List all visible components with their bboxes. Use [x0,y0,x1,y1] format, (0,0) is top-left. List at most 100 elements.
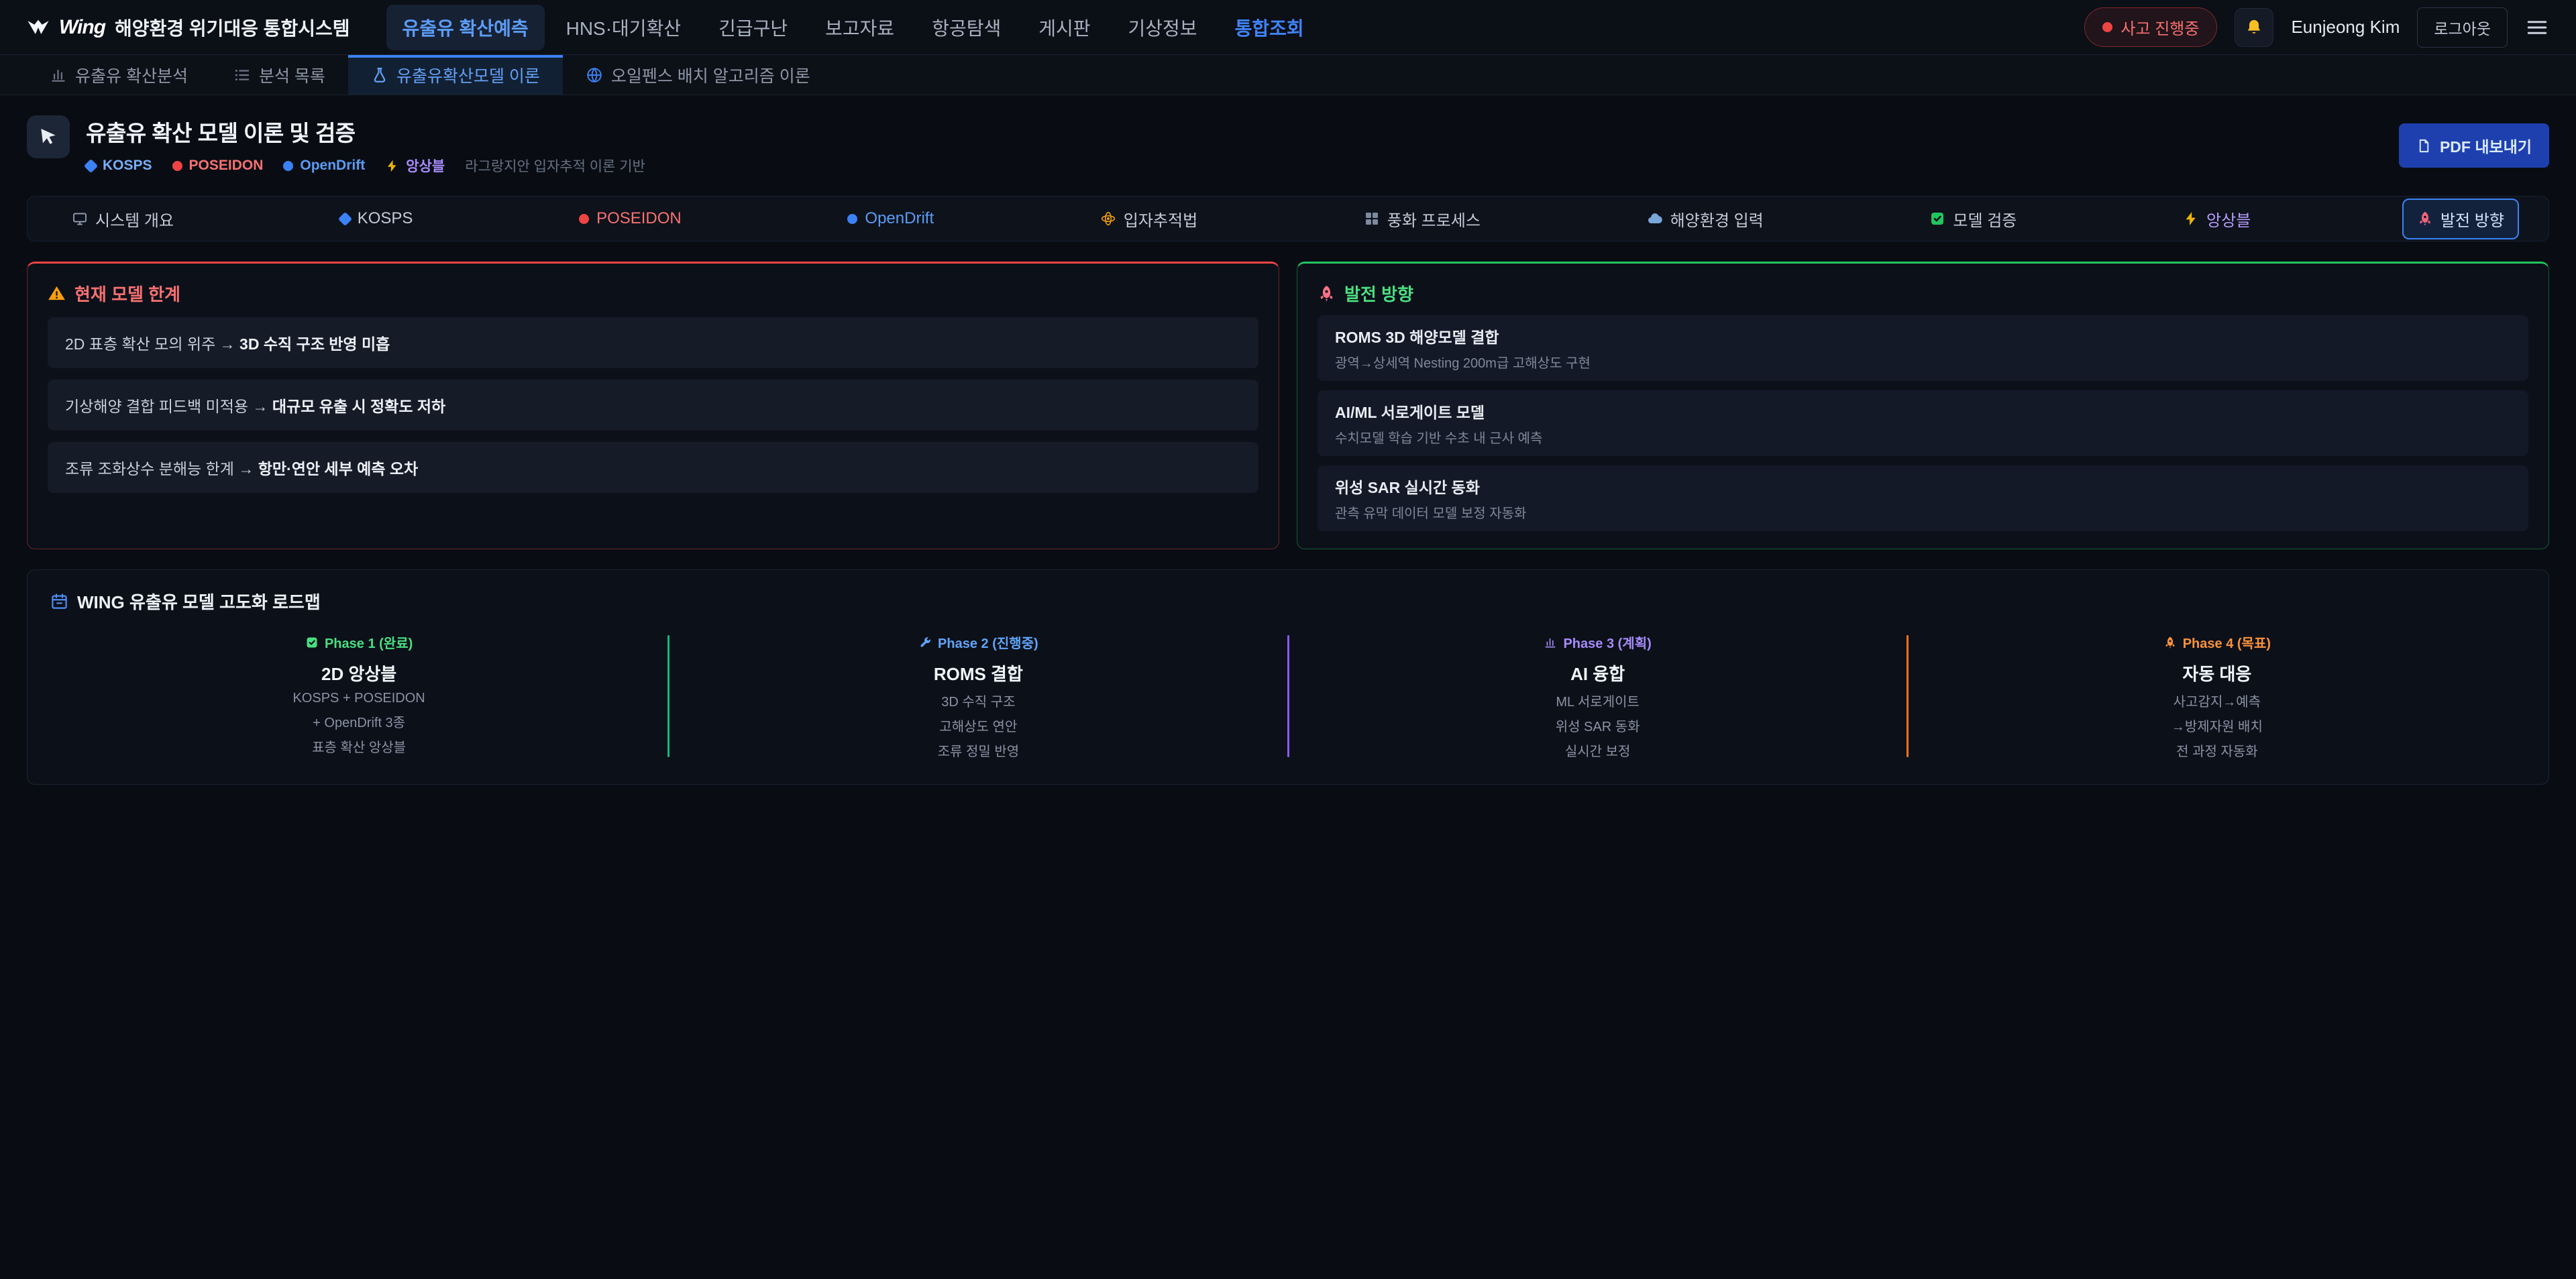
rocket-icon [2163,636,2177,649]
rocket-icon [1318,284,1336,302]
globe-icon [586,66,603,84]
badge-opendrift: OpenDrift [283,158,365,174]
tab-model-theory[interactable]: 유출유확산모델 이론 [348,55,563,95]
limitation-item: 조류 조화상수 분해능 한계 → 항만·연안 세부 예측 오차 [48,442,1258,493]
cloud-icon [1647,211,1663,227]
calendar-icon [50,592,68,610]
section-nav-ocean-input[interactable]: 해양환경 입력 [1632,199,1778,239]
phase-badge: Phase 3 (계획) [1544,632,1651,652]
red-dot-icon [579,214,589,224]
tab-oilfence-theory[interactable]: 오일펜스 배치 알고리즘 이론 [563,55,833,95]
roadmap-phase-4: Phase 4 (목표) 자동 대응 사고감지→예측 →방제자원 배치 전 과정… [1909,632,2526,760]
phase-badge: Phase 1 (완료) [305,632,413,652]
tab-label: 유출유 확산분석 [75,63,188,87]
bolt-icon [385,159,399,173]
menu-button[interactable] [2525,15,2549,40]
bell-icon [2245,18,2263,37]
limitations-title: 현재 모델 한계 [48,281,1258,306]
main-nav: 유출유 확산예측 HNS·대기확산 긴급구난 보고자료 항공탐색 게시판 기상정… [386,5,1320,50]
check-icon [305,636,319,649]
section-nav-validation[interactable]: 모델 검증 [1915,199,2031,239]
incident-status-badge[interactable]: 사고 진행중 [2084,7,2217,47]
sub-tabbar: 유출유 확산분석 분석 목록 유출유확산모델 이론 오일펜스 배치 알고리즘 이… [0,55,2576,95]
section-nav-opendrift[interactable]: OpenDrift [833,201,949,237]
page-header-left: 유출유 확산 모델 이론 및 검증 KOSPS POSEIDON OpenDri… [27,115,645,176]
topbar: Wing 해양환경 위기대응 통합시스템 유출유 확산예측 HNS·대기확산 긴… [0,0,2576,55]
diamond-icon [84,158,98,172]
badge-poseidon: POSEIDON [172,158,264,174]
roadmap-title: WING 유출유 모델 고도화 로드맵 [50,589,2526,614]
list-icon [233,66,251,84]
nav-item-reports[interactable]: 보고자료 [809,5,910,50]
topbar-right: 사고 진행중 Eunjeong Kim 로그아웃 [2084,7,2549,48]
rocket-icon [2417,211,2433,227]
page-subtitle: 라그랑지안 입자추적 이론 기반 [465,156,645,176]
section-nav-overview[interactable]: 시스템 개요 [57,199,189,239]
tab-label: 유출유확산모델 이론 [396,63,540,87]
wing-logo-icon [27,16,50,39]
wrench-icon [918,636,932,649]
check-icon [1929,211,1945,227]
incident-dot-icon [2102,22,2112,32]
nav-item-board[interactable]: 게시판 [1022,5,1106,50]
section-nav-kosps[interactable]: KOSPS [325,201,428,237]
page-title-block: 유출유 확산 모델 이론 및 검증 KOSPS POSEIDON OpenDri… [86,115,645,176]
logout-button[interactable]: 로그아웃 [2417,7,2508,48]
app-logo[interactable]: Wing 해양환경 위기대응 통합시스템 [27,14,350,41]
blue-dot-icon [847,214,857,224]
flask-icon [371,66,388,84]
diamond-icon [338,211,352,225]
content-panels: 현재 모델 한계 2D 표층 확산 모의 위주 → 3D 수직 구조 반영 미흡… [27,262,2549,549]
phase-badge: Phase 4 (목표) [2163,632,2271,652]
main-content: 유출유 확산 모델 이론 및 검증 KOSPS POSEIDON OpenDri… [0,115,2576,785]
phase-badge: Phase 2 (진행중) [918,632,1038,652]
roadmap-phase-2: Phase 2 (진행중) ROMS 결합 3D 수직 구조 고해상도 연안 조… [669,632,1287,760]
directions-title: 발전 방향 [1318,281,2528,306]
chart-icon [50,66,67,84]
badge-kosps: KOSPS [86,158,152,174]
section-nav-poseidon[interactable]: POSEIDON [564,201,696,237]
monitor-icon [72,211,88,227]
nav-item-rescue[interactable]: 긴급구난 [702,5,804,50]
pdf-export-button[interactable]: PDF 내보내기 [2399,123,2549,168]
section-nav-future[interactable]: 발전 방향 [2402,199,2519,239]
section-nav-weathering[interactable]: 풍화 프로세스 [1349,199,1495,239]
page-header: 유출유 확산 모델 이론 및 검증 KOSPS POSEIDON OpenDri… [27,115,2549,176]
notifications-button[interactable] [2235,8,2273,47]
user-name: Eunjeong Kim [2291,17,2400,38]
atom-icon [1100,211,1116,227]
tab-analysis-list[interactable]: 분석 목록 [211,55,348,95]
page-icon-box [27,115,70,158]
section-nav-ensemble[interactable]: 앙상블 [2168,199,2265,239]
limitation-item: 기상해양 결합 피드백 미적용 → 대규모 유출 시 정확도 저하 [48,380,1258,431]
phase-title: 2D 앙상블 [50,661,667,685]
section-nav: 시스템 개요 KOSPS POSEIDON OpenDrift 입자추적법 풍화… [27,196,2549,241]
nav-item-spill-forecast[interactable]: 유출유 확산예측 [386,5,545,50]
limitations-panel: 현재 모델 한계 2D 표층 확산 모의 위주 → 3D 수직 구조 반영 미흡… [27,262,1279,549]
nav-item-air-search[interactable]: 항공탐색 [916,5,1017,50]
app-title: 해양환경 위기대응 통합시스템 [115,14,350,41]
chart-icon [1544,636,1557,649]
section-nav-particle-tracking[interactable]: 입자추적법 [1085,199,1212,239]
directions-panel: 발전 방향 ROMS 3D 해양모델 결합 광역→상세역 Nesting 200… [1297,262,2549,549]
nav-item-hns[interactable]: HNS·대기확산 [550,5,697,50]
nav-item-weather[interactable]: 기상정보 [1112,5,1214,50]
bolt-icon [2183,211,2199,227]
hamburger-icon [2525,15,2549,40]
cursor-icon [38,126,59,148]
badge-ensemble: 앙상블 [385,156,445,176]
page-title: 유출유 확산 모델 이론 및 검증 [86,115,645,148]
tab-spill-analysis[interactable]: 유출유 확산분석 [27,55,211,95]
logo-text: Wing [59,16,105,39]
model-badge-row: KOSPS POSEIDON OpenDrift 앙상블 라그랑지안 입자추 [86,156,645,176]
warning-icon [48,284,66,302]
direction-item: 위성 SAR 실시간 동화 관측 유막 데이터 모델 보정 자동화 [1318,465,2528,531]
phase-title: 자동 대응 [1909,661,2526,685]
roadmap-phase-3: Phase 3 (계획) AI 융합 ML 서로게이트 위성 SAR 동화 실시… [1289,632,1907,760]
roadmap-phase-1: Phase 1 (완료) 2D 앙상블 KOSPS + POSEIDON + O… [50,632,667,760]
document-icon [2416,138,2432,154]
roadmap-phases: Phase 1 (완료) 2D 앙상블 KOSPS + POSEIDON + O… [50,632,2526,760]
nav-item-integrated-search[interactable]: 통합조회 [1219,5,1320,50]
roadmap-panel: WING 유출유 모델 고도화 로드맵 Phase 1 (완료) 2D 앙상블 … [27,569,2549,785]
phase-title: AI 융합 [1289,661,1907,685]
